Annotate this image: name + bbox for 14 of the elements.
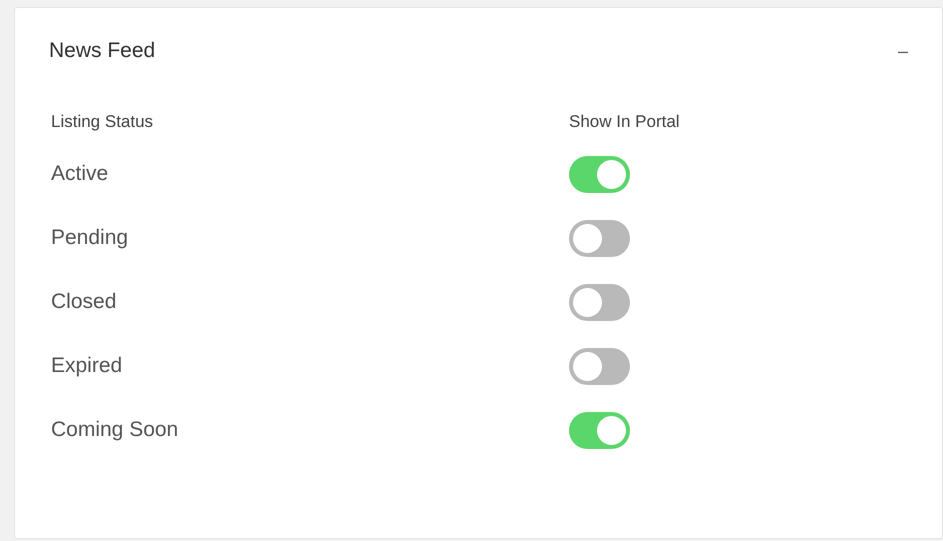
status-label: Coming Soon bbox=[51, 418, 178, 442]
column-header: Listing Status bbox=[51, 112, 154, 133]
toggle-switch[interactable] bbox=[569, 412, 630, 448]
panel-title: News Feed bbox=[49, 39, 156, 63]
status-label: Expired bbox=[51, 354, 122, 378]
status-label: Active bbox=[51, 162, 108, 186]
status-label: Closed bbox=[51, 290, 116, 314]
toggle-switch[interactable] bbox=[569, 348, 630, 384]
toggle-switch[interactable] bbox=[569, 284, 630, 320]
status-label: Pending bbox=[51, 226, 128, 250]
toggle-switch[interactable] bbox=[569, 220, 630, 256]
column-header: Show In Portal bbox=[569, 112, 681, 133]
collapse-button[interactable]: – bbox=[898, 40, 908, 62]
toggle-switch[interactable] bbox=[569, 156, 630, 192]
